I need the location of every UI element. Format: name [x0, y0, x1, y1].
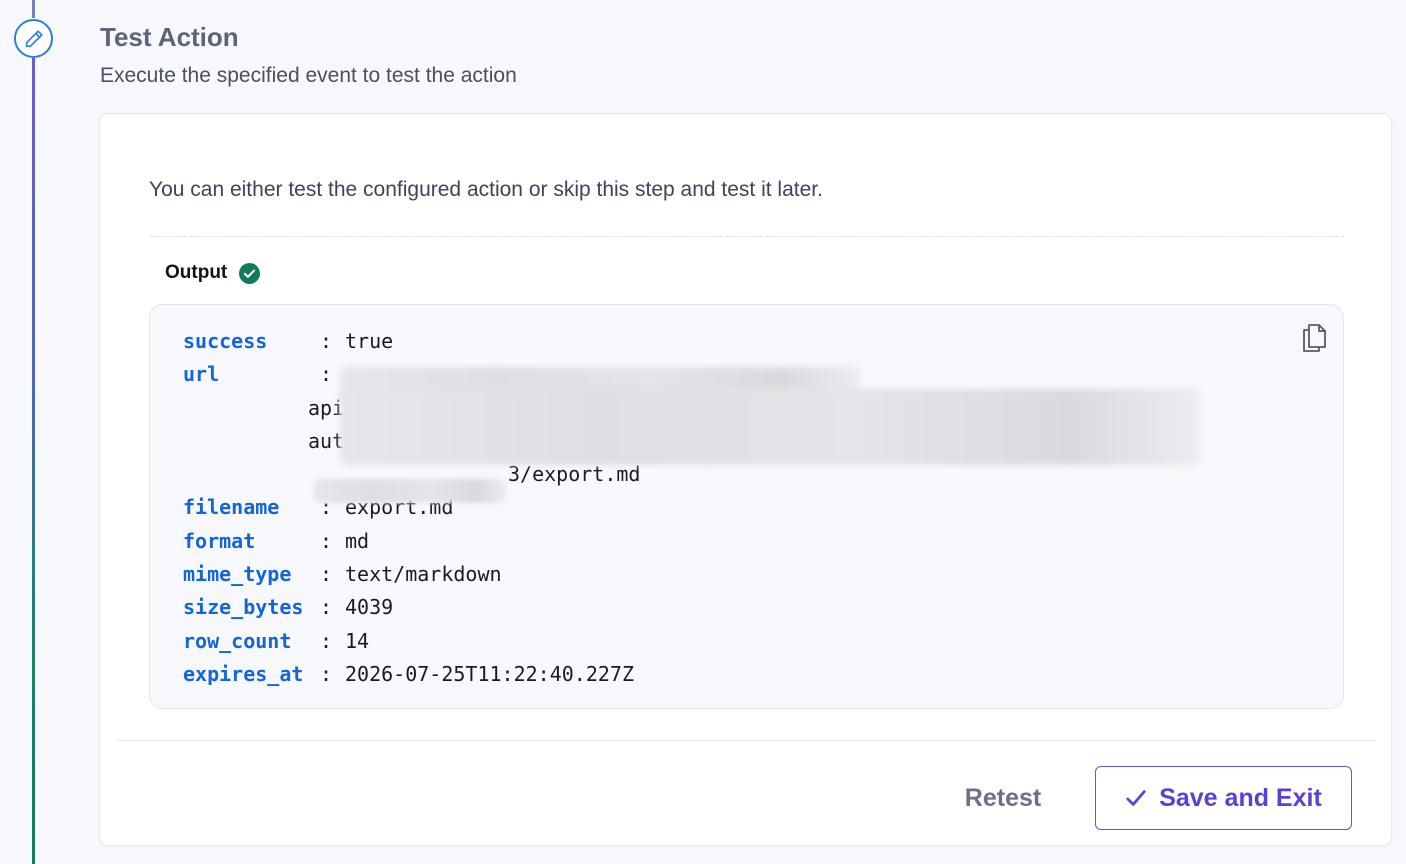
copy-icon[interactable]	[1299, 321, 1329, 355]
output-key: success	[183, 329, 268, 353]
output-value: true	[345, 329, 394, 353]
url-tail: 3/export.md	[508, 462, 641, 487]
redacted-area	[314, 479, 506, 503]
timeline-line-top	[32, 0, 35, 18]
output-value: 2026-07-25T11:22:40.227Z	[345, 661, 634, 686]
output-label: Output	[165, 262, 228, 283]
output-value: 14	[345, 628, 370, 653]
output-key: size_bytes	[183, 595, 304, 620]
output-key: expires_at	[183, 661, 304, 686]
redacted-area	[340, 389, 1200, 465]
output-key: mime_type	[183, 562, 292, 587]
footer-divider	[116, 740, 1376, 741]
output-lines: success: true url: api aut 3/export.md f…	[183, 325, 1200, 691]
output-code-block[interactable]: success: true url: api aut 3/export.md f…	[149, 304, 1344, 709]
checkmark-icon	[1125, 787, 1147, 809]
check-circle-icon	[239, 262, 261, 284]
output-key: filename	[183, 495, 280, 520]
output-key: url	[183, 362, 220, 387]
save-and-exit-button[interactable]: Save and Exit	[1095, 766, 1352, 830]
step-subtitle: Execute the specified event to test the …	[100, 64, 517, 87]
save-and-exit-label: Save and Exit	[1159, 783, 1322, 812]
output-header: Output	[165, 262, 261, 284]
output-key: row_count	[183, 628, 292, 653]
test-action-card: You can either test the configured actio…	[99, 113, 1392, 846]
output-row: format: md	[183, 525, 640, 558]
intro-text: You can either test the configured actio…	[149, 178, 823, 201]
output-value: md	[345, 528, 370, 553]
step-title: Test Action	[100, 22, 239, 52]
output-row: size_bytes: 4039	[183, 591, 640, 624]
timeline-line	[32, 58, 35, 864]
output-value: text/markdown	[345, 562, 502, 587]
retest-button[interactable]: Retest	[943, 766, 1063, 830]
test-action-page: Test Action Execute the specified event …	[0, 0, 1406, 864]
divider	[149, 236, 1344, 237]
pencil-icon	[14, 19, 53, 58]
output-value: 4039	[345, 595, 394, 620]
output-row: mime_type: text/markdown	[183, 558, 640, 591]
output-row: success: true	[183, 325, 640, 358]
output-key: format	[183, 528, 256, 553]
output-row: row_count: 14	[183, 625, 640, 658]
output-row: expires_at: 2026-07-25T11:22:40.227Z	[183, 658, 640, 691]
